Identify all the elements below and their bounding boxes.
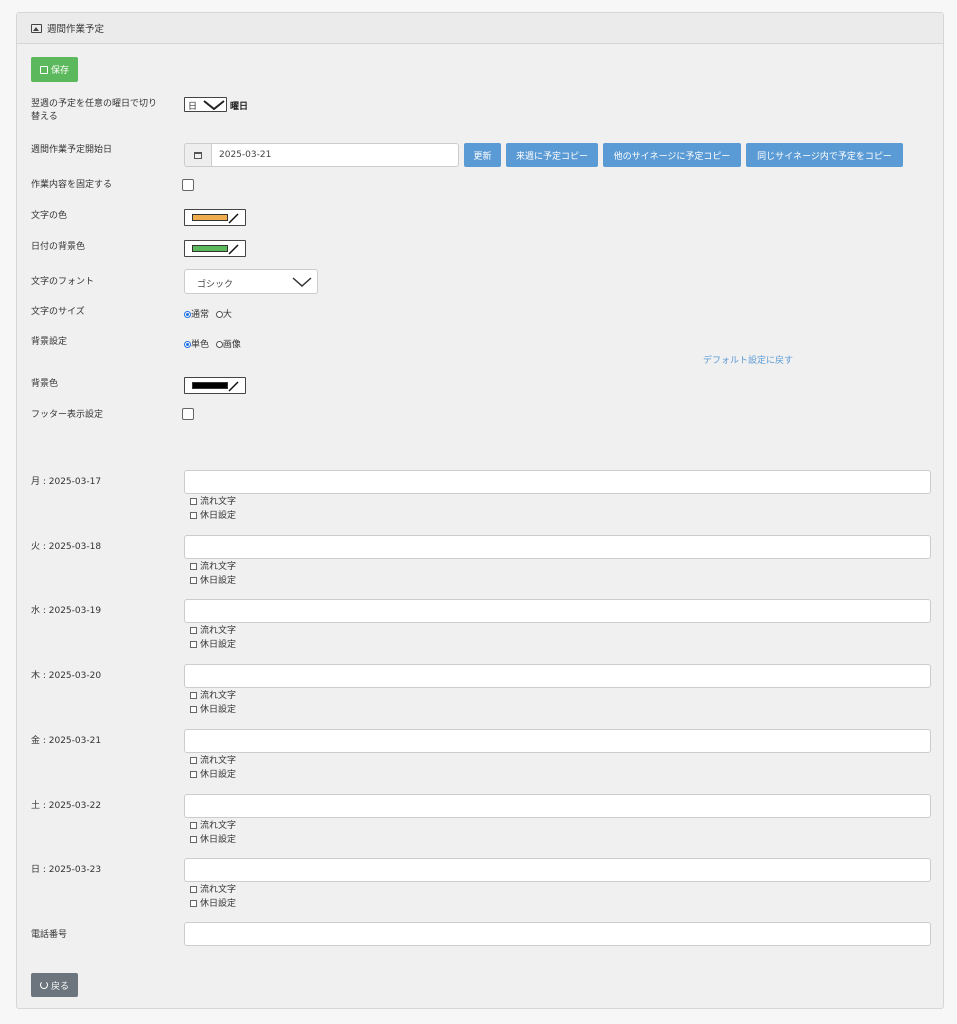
save-button[interactable]: 保存 <box>31 57 78 82</box>
day-content-input[interactable] <box>184 729 931 753</box>
holiday-option[interactable]: 休日設定 <box>190 575 236 587</box>
panel-title: 週間作業予定 <box>47 24 105 35</box>
scroll-text-checkbox[interactable] <box>190 757 197 764</box>
holiday-option[interactable]: 休日設定 <box>190 639 236 651</box>
day-label: 金 : 2025-03-21 <box>31 736 102 746</box>
holiday-option[interactable]: 休日設定 <box>190 704 236 716</box>
copy-next-week-button[interactable]: 来週に予定コピー <box>506 143 598 167</box>
holiday-checkbox[interactable] <box>190 836 197 843</box>
fix-content-checkbox[interactable] <box>182 179 194 191</box>
date-bg-color-label: 日付の背景色 <box>31 242 86 252</box>
panel-header: 週間作業予定 <box>17 13 943 44</box>
holiday-checkbox[interactable] <box>190 900 197 907</box>
scroll-text-option[interactable]: 流れ文字 <box>190 690 236 702</box>
holiday-option[interactable]: 休日設定 <box>190 898 236 910</box>
scroll-text-checkbox[interactable] <box>190 822 197 829</box>
font-select-value: ゴシック <box>197 280 234 290</box>
scroll-text-checkbox[interactable] <box>190 498 197 505</box>
scroll-text-option[interactable]: 流れ文字 <box>190 884 236 896</box>
footer-label: フッター表示設定 <box>31 410 104 420</box>
background-color-label: 背景色 <box>31 379 59 389</box>
day-label: 木 : 2025-03-20 <box>31 671 102 681</box>
save-icon <box>39 65 48 74</box>
image-icon <box>31 23 42 33</box>
day-select-value: 日 <box>188 102 198 112</box>
pen-icon <box>228 244 239 255</box>
day-select[interactable]: 日 <box>184 97 227 112</box>
day-content-input[interactable] <box>184 794 931 818</box>
footer-checkbox[interactable] <box>182 408 194 420</box>
font-label: 文字のフォント <box>31 277 95 287</box>
start-date-label: 週間作業予定開始日 <box>31 145 113 155</box>
holiday-checkbox[interactable] <box>190 641 197 648</box>
calendar-addon <box>184 143 211 167</box>
day-content-input[interactable] <box>184 599 931 623</box>
copy-same-signage-button[interactable]: 同じサイネージ内で予定をコピー <box>746 143 903 167</box>
size-radio-group: 通常 大 <box>184 307 232 320</box>
day-label: 水 : 2025-03-19 <box>31 606 102 616</box>
text-color-swatch <box>192 214 228 221</box>
update-button[interactable]: 更新 <box>464 143 501 167</box>
background-radio-group: 単色 画像 <box>184 337 241 350</box>
pen-icon <box>228 381 239 392</box>
scroll-text-checkbox[interactable] <box>190 692 197 699</box>
chevron-down-icon <box>203 100 225 110</box>
text-color-label: 文字の色 <box>31 211 68 221</box>
text-color-picker[interactable] <box>184 209 246 226</box>
start-date-input[interactable]: 2025-03-21 <box>211 143 459 167</box>
background-solid-radio[interactable] <box>184 341 191 348</box>
scroll-text-option[interactable]: 流れ文字 <box>190 755 236 767</box>
reset-default-link[interactable]: デフォルト設定に戻す <box>703 353 793 366</box>
day-label: 土 : 2025-03-22 <box>31 801 102 811</box>
date-bg-color-picker[interactable] <box>184 240 246 257</box>
calendar-icon <box>194 152 202 159</box>
date-bg-color-swatch <box>192 245 228 252</box>
font-select[interactable]: ゴシック <box>184 269 318 294</box>
day-label: 火 : 2025-03-18 <box>31 542 102 552</box>
day-label: 日 : 2025-03-23 <box>31 865 102 875</box>
holiday-checkbox[interactable] <box>190 771 197 778</box>
scroll-text-option[interactable]: 流れ文字 <box>190 496 236 508</box>
background-color-picker[interactable] <box>184 377 246 394</box>
save-label: 保存 <box>50 66 69 76</box>
chevron-down-icon <box>292 277 312 287</box>
holiday-option[interactable]: 休日設定 <box>190 510 236 522</box>
undo-icon <box>39 981 48 989</box>
background-image-radio[interactable] <box>215 341 223 348</box>
switch-day-label: 翌週の予定を任意の曜日で切り 替える <box>31 99 158 122</box>
day-label: 月 : 2025-03-17 <box>31 477 102 487</box>
scroll-text-option[interactable]: 流れ文字 <box>190 561 236 573</box>
copy-other-signage-button[interactable]: 他のサイネージに予定コピー <box>603 143 741 167</box>
background-label: 背景設定 <box>31 337 68 347</box>
day-content-input[interactable] <box>184 858 931 882</box>
scroll-text-checkbox[interactable] <box>190 627 197 634</box>
scroll-text-checkbox[interactable] <box>190 563 197 570</box>
back-label: 戻る <box>50 981 69 992</box>
holiday-checkbox[interactable] <box>190 512 197 519</box>
phone-input[interactable] <box>184 922 931 946</box>
holiday-checkbox[interactable] <box>190 577 197 584</box>
holiday-option[interactable]: 休日設定 <box>190 834 236 846</box>
holiday-option[interactable]: 休日設定 <box>190 769 236 781</box>
back-button[interactable]: 戻る <box>31 973 78 997</box>
day-content-input[interactable] <box>184 470 931 494</box>
scroll-text-option[interactable]: 流れ文字 <box>190 820 236 832</box>
holiday-checkbox[interactable] <box>190 706 197 713</box>
phone-label: 電話番号 <box>31 930 68 940</box>
size-normal-radio[interactable] <box>184 311 191 318</box>
scroll-text-option[interactable]: 流れ文字 <box>190 625 236 637</box>
day-suffix: 曜日 <box>230 102 249 112</box>
size-label: 文字のサイズ <box>31 307 85 317</box>
size-large-radio[interactable] <box>215 311 223 318</box>
fix-content-label: 作業内容を固定する <box>31 180 113 190</box>
background-color-swatch <box>192 382 228 389</box>
day-content-input[interactable] <box>184 535 931 559</box>
pen-icon <box>228 213 239 224</box>
day-content-input[interactable] <box>184 664 931 688</box>
scroll-text-checkbox[interactable] <box>190 886 197 893</box>
